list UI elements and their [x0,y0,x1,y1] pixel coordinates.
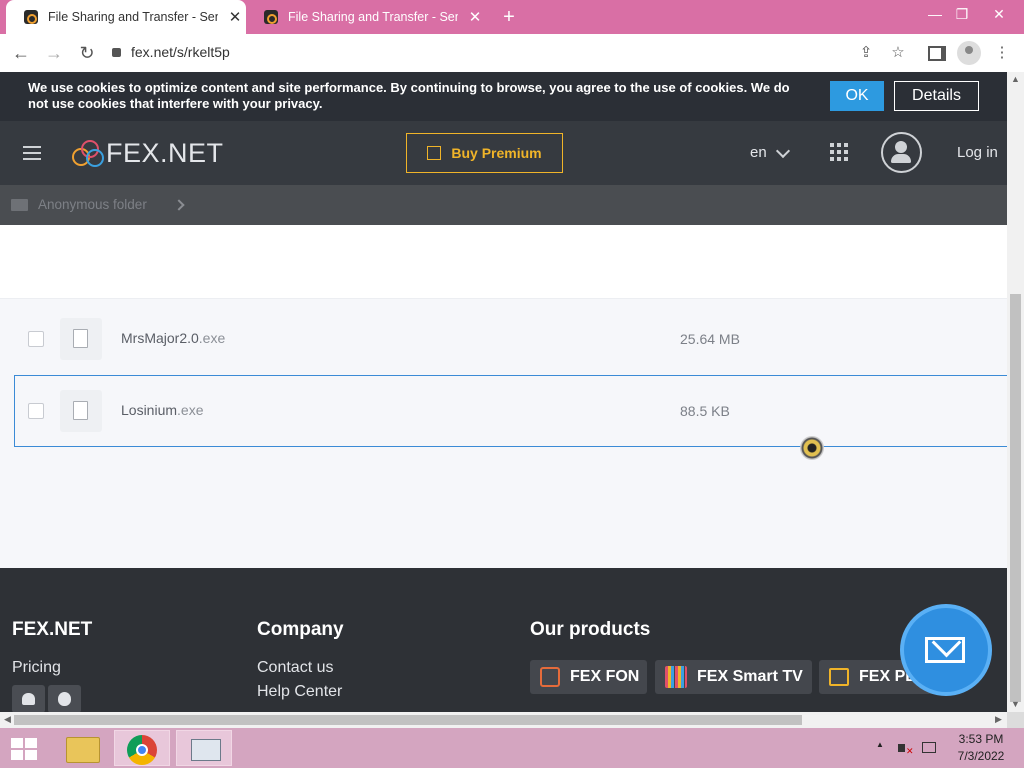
fex-plus-icon [829,668,849,686]
file-list-header-area [0,225,1007,299]
clock[interactable]: 3:53 PM 7/3/2022 [948,732,1014,763]
new-tab-button[interactable]: + [498,6,520,28]
logo-text: FEX.NET [106,137,224,168]
scroll-left-arrow-icon[interactable]: ◀ [4,714,11,725]
tab-title: File Sharing and Transfer - Send l [288,10,458,24]
file-explorer-taskbar-button[interactable] [54,730,110,766]
forward-button[interactable]: → [41,40,67,66]
footer-company-title: Company [257,619,344,640]
url-text: fex.net/s/rkelt5p [131,44,230,60]
file-icon [60,390,102,432]
product-label: FEX Smart TV [697,668,803,685]
more-menu-icon[interactable]: ⋮ [990,41,1014,65]
windows-logo-icon [11,738,37,760]
star-icon[interactable]: ☆ [886,41,910,65]
gift-icon [427,146,442,160]
clock-date: 7/3/2022 [957,749,1005,763]
lock-icon [112,48,121,57]
file-size: 25.64 MB [680,331,740,347]
scroll-down-arrow-icon[interactable]: ▼ [1011,699,1020,709]
login-link[interactable]: Log in [957,144,998,161]
user-avatar-icon[interactable] [881,132,922,173]
fex-fon-icon [540,667,560,687]
scrollbar-corner [1007,712,1024,728]
footer-products-title: Our products [530,619,651,640]
fex-favicon-icon [24,10,38,24]
hamburger-menu-icon[interactable] [23,146,41,160]
apple-app-icon[interactable] [48,685,81,713]
folder-icon [11,199,28,211]
clock-time: 3:53 PM [958,732,1004,746]
sidebar-icon[interactable] [925,41,949,65]
file-name[interactable]: Losinium.exe [121,402,204,418]
scroll-right-arrow-icon[interactable]: ▶ [995,714,1002,725]
buy-premium-button[interactable]: Buy Premium [406,133,563,173]
footer-link-contact[interactable]: Contact us [257,659,333,677]
cookie-ok-button[interactable]: OK [830,81,884,111]
share-icon[interactable]: ⇪ [854,41,878,65]
file-size: 88.5 KB [680,403,730,419]
product-fex-fon[interactable]: FEX FON [530,660,647,694]
busy-cursor-icon [800,436,824,460]
fex-smart-tv-icon [665,666,687,688]
tray-expand-icon[interactable]: ▲ [876,740,884,749]
tab-close-icon[interactable]: ✕ [226,8,244,26]
task-manager-taskbar-button[interactable] [176,730,232,766]
chrome-icon [127,735,157,765]
fex-logo-icon [72,140,104,167]
apps-grid-icon[interactable] [830,143,848,161]
url-field[interactable]: fex.net/s/rkelt5p [112,40,832,64]
reload-button[interactable]: ↻ [74,40,100,66]
horizontal-scrollbar-thumb[interactable] [14,715,802,725]
volume-muted-icon[interactable]: ✕ [897,740,914,756]
tab-file-sharing-active[interactable]: File Sharing and Transfer - Send l ✕ [6,0,246,34]
tab-file-sharing[interactable]: File Sharing and Transfer - Send l ✕ [246,0,486,34]
breadcrumb-folder[interactable]: Anonymous folder [38,197,147,212]
cookie-text: We use cookies to optimize content and s… [28,80,790,111]
product-fex-smart-tv[interactable]: FEX Smart TV [655,660,812,694]
footer-link-pricing[interactable]: Pricing [12,659,61,677]
profile-avatar-icon[interactable] [957,41,981,65]
cookie-details-button[interactable]: Details [894,81,979,111]
buy-premium-label: Buy Premium [451,145,542,161]
language-select[interactable]: en [750,144,767,161]
footer-brand-title: FEX.NET [12,619,93,640]
fex-logo[interactable]: FEX.NET [72,138,224,168]
tab-close-icon[interactable]: ✕ [466,8,484,26]
monitor-icon [191,739,221,761]
fex-favicon-icon [264,10,278,24]
network-icon[interactable] [921,740,937,756]
close-window-button[interactable]: ✕ [982,0,1016,30]
footer-link-help[interactable]: Help Center [257,683,342,701]
vertical-scrollbar-thumb[interactable] [1010,294,1021,702]
product-label: FEX FON [570,668,640,685]
file-icon [60,318,102,360]
folder-icon [66,737,100,763]
file-row[interactable]: MrsMajor2.0.exe 25.64 MB [14,304,1007,374]
back-button[interactable]: ← [8,40,34,66]
start-button[interactable] [0,730,48,766]
restore-button[interactable]: ❐ [945,0,979,30]
android-app-icon[interactable] [12,685,45,713]
chrome-taskbar-button[interactable] [114,730,170,766]
envelope-icon [925,637,965,663]
file-name[interactable]: MrsMajor2.0.exe [121,330,225,346]
tab-title: File Sharing and Transfer - Send l [48,10,218,24]
file-checkbox[interactable] [28,331,44,347]
file-checkbox[interactable] [28,403,44,419]
scroll-up-arrow-icon[interactable]: ▲ [1011,74,1020,84]
breadcrumb [0,185,1007,225]
file-row-selected[interactable]: Losinium.exe 88.5 KB [14,375,1007,447]
